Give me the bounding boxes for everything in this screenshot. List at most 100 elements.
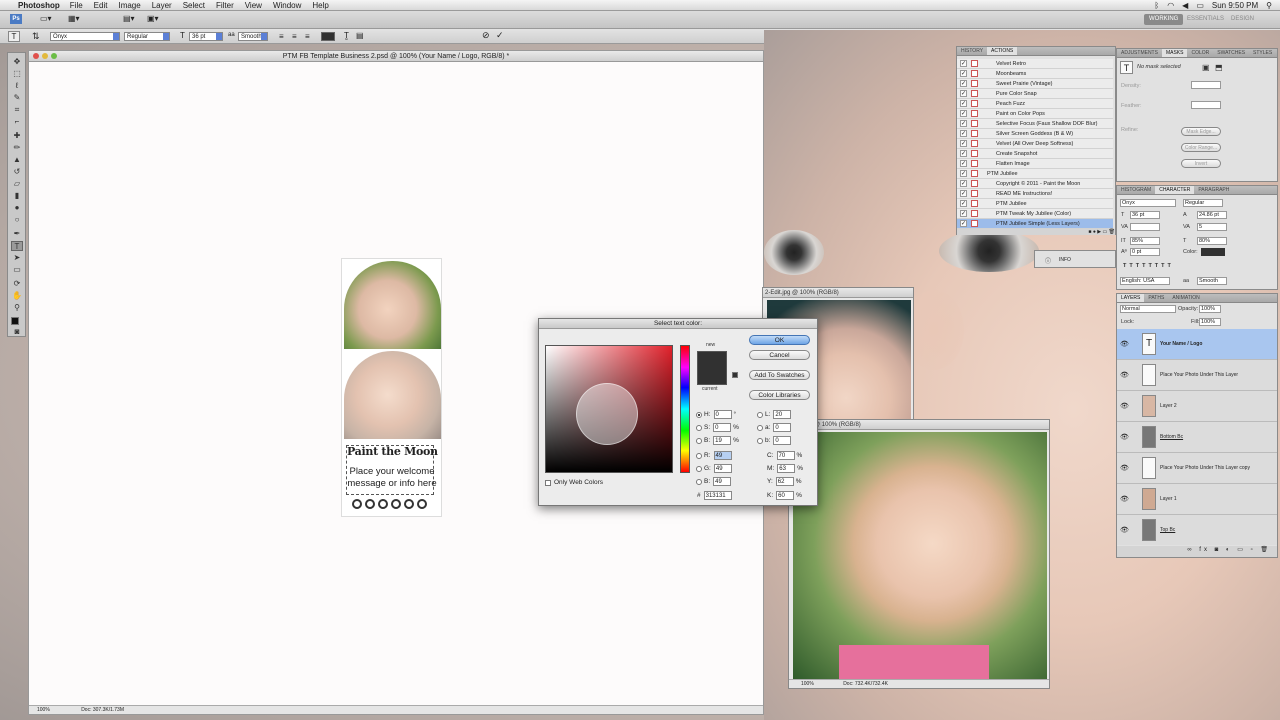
lab-l-radio[interactable]: [757, 411, 763, 418]
char-kerning-field[interactable]: [1130, 223, 1160, 231]
adjustment-layer-icon[interactable]: ◐: [1226, 547, 1233, 553]
fill-field[interactable]: 100%: [1199, 318, 1221, 326]
visibility-eye-icon[interactable]: 👁: [1120, 402, 1129, 410]
invert-button[interactable]: Invert: [1181, 159, 1221, 168]
record-icon[interactable]: ●: [1093, 229, 1096, 235]
cancel-button[interactable]: Cancel: [749, 350, 810, 360]
action-item[interactable]: ✓ Peach Fuzz: [957, 99, 1113, 109]
play-icon[interactable]: ▶: [1097, 229, 1101, 235]
logo-text[interactable]: Paint the Moon: [347, 445, 438, 458]
web-safe-warning-icon[interactable]: [732, 372, 738, 378]
color-libraries-button[interactable]: Color Libraries: [749, 390, 810, 400]
layer-row[interactable]: 👁 Top Bc: [1117, 515, 1277, 545]
char-baseline-field[interactable]: 0 pt: [1130, 248, 1160, 256]
type-tool-preset-icon[interactable]: T: [8, 31, 20, 42]
menu-help[interactable]: Help: [312, 1, 328, 10]
feather-field[interactable]: [1191, 101, 1221, 109]
tab-adjustments[interactable]: ADJUSTMENTS: [1117, 49, 1162, 57]
info-label[interactable]: INFO: [1059, 257, 1071, 263]
gradient-tool-icon[interactable]: ▮: [11, 191, 23, 201]
photo-window-2[interactable]: dit-2.jpg @ 100% (RGB/8) 100% Doc: 732.4…: [788, 419, 1050, 689]
dodge-tool-icon[interactable]: ○: [11, 215, 23, 225]
red-radio[interactable]: [696, 452, 702, 459]
close-icon[interactable]: [33, 53, 39, 59]
document-titlebar[interactable]: PTM FB Template Business 2.psd @ 100% (Y…: [29, 51, 763, 62]
quick-mask-icon[interactable]: ◙: [11, 327, 23, 337]
zoom-icon[interactable]: [51, 53, 57, 59]
char-leading-field[interactable]: 24.86 pt: [1197, 211, 1227, 219]
char-style-select[interactable]: Regular: [1183, 199, 1223, 207]
visibility-eye-icon[interactable]: 👁: [1120, 371, 1129, 379]
char-font-select[interactable]: Onyx: [1120, 199, 1176, 207]
new-set-icon[interactable]: ▭: [1103, 229, 1108, 235]
screen-mode-icon[interactable]: ▣▾: [147, 14, 159, 23]
layer-row[interactable]: 👁 Bottom Bc: [1117, 422, 1277, 453]
menu-filter[interactable]: Filter: [216, 1, 234, 10]
hue-slider[interactable]: [680, 345, 690, 473]
action-item[interactable]: ✓ Sweet Prairie (Vintage): [957, 79, 1113, 89]
visibility-eye-icon[interactable]: 👁: [1120, 340, 1129, 348]
tab-paths[interactable]: PATHS: [1144, 294, 1168, 302]
action-set[interactable]: ✓ PTM Jubilee: [957, 169, 1113, 179]
menu-image[interactable]: Image: [118, 1, 140, 10]
font-style-select[interactable]: Regular: [124, 32, 170, 41]
vector-mask-icon[interactable]: ⬒: [1215, 63, 1223, 72]
launch-bridge-icon[interactable]: ▭▾: [40, 14, 52, 23]
link-layers-icon[interactable]: ∞: [1187, 547, 1194, 553]
shape-tool-icon[interactable]: ▭: [11, 265, 23, 275]
layer-row[interactable]: 👁 Layer 1: [1117, 484, 1277, 515]
action-item[interactable]: ✓ Copyright © 2011 - Paint the Moon: [957, 179, 1113, 189]
3d-rotate-tool-icon[interactable]: ⟳: [11, 279, 23, 289]
tab-actions[interactable]: ACTIONS: [987, 47, 1018, 55]
black-field[interactable]: 60: [776, 491, 795, 500]
menu-edit[interactable]: Edit: [94, 1, 108, 10]
align-right-icon[interactable]: ≡: [305, 32, 310, 41]
blur-tool-icon[interactable]: ●: [11, 203, 23, 213]
red-field[interactable]: 49: [713, 451, 732, 460]
font-family-select[interactable]: Onyx: [50, 32, 120, 41]
brush-tool-icon[interactable]: ✏: [11, 143, 23, 153]
align-left-icon[interactable]: ≡: [279, 32, 284, 41]
tab-animation[interactable]: ANIMATION: [1168, 294, 1203, 302]
app-menu[interactable]: Photoshop: [18, 1, 60, 10]
blue-field[interactable]: 49: [713, 477, 732, 486]
menu-window[interactable]: Window: [273, 1, 301, 10]
lab-a-radio[interactable]: [757, 424, 763, 431]
tab-masks[interactable]: MASKS: [1161, 49, 1188, 57]
battery-icon[interactable]: ▭: [1196, 1, 1204, 10]
lab-a-field[interactable]: 0: [773, 423, 792, 432]
bluetooth-icon[interactable]: ᛒ: [1154, 1, 1159, 10]
mask-edge-button[interactable]: Mask Edge...: [1181, 127, 1221, 136]
layer-row[interactable]: 👁 Place Your Photo Under This Layer: [1117, 360, 1277, 391]
lab-b-field[interactable]: 0: [773, 436, 792, 445]
tab-histogram[interactable]: HISTOGRAM: [1117, 186, 1155, 194]
dialog-title[interactable]: Select text color:: [539, 319, 817, 329]
blue-radio[interactable]: [696, 478, 702, 485]
action-item[interactable]: ✓ PTM Tweak My Jubilee (Color): [957, 209, 1113, 219]
welcome-message[interactable]: Place your welcome message or info here: [346, 466, 438, 490]
color-range-button[interactable]: Color Range...: [1181, 143, 1221, 152]
saturation-radio[interactable]: [696, 424, 702, 431]
eyedropper-tool-icon[interactable]: ⌐: [11, 117, 23, 127]
layer-row[interactable]: 👁 Place Your Photo Under This Layer copy: [1117, 453, 1277, 484]
brightness-radio[interactable]: [696, 437, 702, 444]
healing-brush-tool-icon[interactable]: ✚: [11, 131, 23, 141]
visibility-eye-icon[interactable]: 👁: [1120, 526, 1129, 534]
pen-tool-icon[interactable]: ✒: [11, 229, 23, 239]
spotlight-icon[interactable]: ⚲: [1266, 1, 1272, 10]
wifi-icon[interactable]: ◠: [1167, 1, 1174, 10]
clock[interactable]: Sun 9:50 PM: [1212, 1, 1258, 10]
antialias-select[interactable]: Smooth: [238, 32, 268, 41]
workspace-working[interactable]: WORKING: [1144, 14, 1184, 25]
action-item[interactable]: ✓ Create Snapshot: [957, 149, 1113, 159]
workspace-design[interactable]: DESIGN: [1226, 14, 1259, 25]
tab-paragraph[interactable]: PARAGRAPH: [1194, 186, 1233, 194]
action-item[interactable]: ✓ READ ME Instructions!: [957, 189, 1113, 199]
clone-stamp-tool-icon[interactable]: ▲: [11, 155, 23, 165]
tab-color[interactable]: COLOR: [1187, 49, 1213, 57]
new-layer-icon[interactable]: ▫: [1251, 547, 1256, 553]
action-item[interactable]: ✓ Silver Screen Goddess (B & W): [957, 129, 1113, 139]
lab-l-field[interactable]: 20: [773, 410, 792, 419]
action-item[interactable]: ✓ PTM Jubilee: [957, 199, 1113, 209]
facebook-template-canvas[interactable]: Paint the Moon Place your welcome messag…: [341, 258, 442, 517]
